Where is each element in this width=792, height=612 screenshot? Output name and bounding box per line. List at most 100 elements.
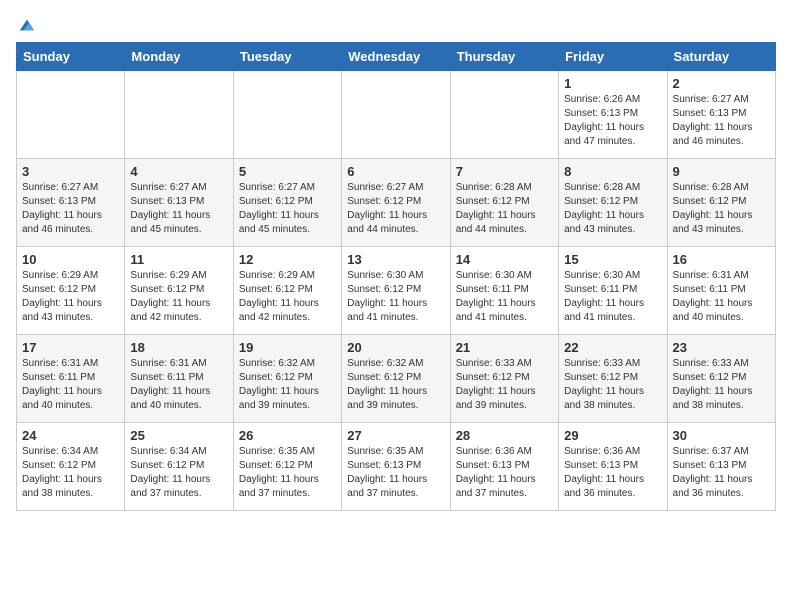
calendar-cell xyxy=(125,71,233,159)
calendar-cell: 23 Sunrise: 6:33 AM Sunset: 6:12 PM Dayli… xyxy=(667,335,775,423)
calendar-week-row: 17 Sunrise: 6:31 AM Sunset: 6:11 PM Dayli… xyxy=(17,335,776,423)
day-header-tuesday: Tuesday xyxy=(233,43,341,71)
day-number: 9 xyxy=(673,164,770,179)
calendar-table: SundayMondayTuesdayWednesdayThursdayFrid… xyxy=(16,42,776,511)
calendar-cell: 6 Sunrise: 6:27 AM Sunset: 6:12 PM Daylig… xyxy=(342,159,450,247)
day-info: Sunrise: 6:31 AM Sunset: 6:11 PM Dayligh… xyxy=(130,357,227,413)
day-header-saturday: Saturday xyxy=(667,43,775,71)
calendar-cell: 22 Sunrise: 6:33 AM Sunset: 6:12 PM Dayli… xyxy=(559,335,667,423)
page-container: SundayMondayTuesdayWednesdayThursdayFrid… xyxy=(0,0,792,519)
day-number: 4 xyxy=(130,164,227,179)
day-info: Sunrise: 6:35 AM Sunset: 6:12 PM Dayligh… xyxy=(239,445,336,501)
day-number: 6 xyxy=(347,164,444,179)
day-number: 20 xyxy=(347,340,444,355)
day-number: 22 xyxy=(564,340,661,355)
calendar-cell: 27 Sunrise: 6:35 AM Sunset: 6:13 PM Dayli… xyxy=(342,423,450,511)
day-number: 21 xyxy=(456,340,553,355)
calendar-cell: 3 Sunrise: 6:27 AM Sunset: 6:13 PM Daylig… xyxy=(17,159,125,247)
day-info: Sunrise: 6:29 AM Sunset: 6:12 PM Dayligh… xyxy=(239,269,336,325)
day-info: Sunrise: 6:34 AM Sunset: 6:12 PM Dayligh… xyxy=(22,445,119,501)
day-info: Sunrise: 6:31 AM Sunset: 6:11 PM Dayligh… xyxy=(673,269,770,325)
day-info: Sunrise: 6:27 AM Sunset: 6:13 PM Dayligh… xyxy=(673,93,770,149)
day-info: Sunrise: 6:32 AM Sunset: 6:12 PM Dayligh… xyxy=(347,357,444,413)
calendar-week-row: 3 Sunrise: 6:27 AM Sunset: 6:13 PM Daylig… xyxy=(17,159,776,247)
calendar-cell xyxy=(17,71,125,159)
calendar-cell: 5Sunrise: 6:27 AM Sunset: 6:12 PM Daylig… xyxy=(233,159,341,247)
day-header-thursday: Thursday xyxy=(450,43,558,71)
day-info: Sunrise: 6:35 AM Sunset: 6:13 PM Dayligh… xyxy=(347,445,444,501)
day-number: 11 xyxy=(130,252,227,267)
day-info: Sunrise: 6:28 AM Sunset: 6:12 PM Dayligh… xyxy=(564,181,661,237)
day-number: 14 xyxy=(456,252,553,267)
day-info: Sunrise: 6:33 AM Sunset: 6:12 PM Dayligh… xyxy=(456,357,553,413)
day-number: 16 xyxy=(673,252,770,267)
calendar-cell: 7 Sunrise: 6:28 AM Sunset: 6:12 PM Daylig… xyxy=(450,159,558,247)
day-info: Sunrise: 6:31 AM Sunset: 6:11 PM Dayligh… xyxy=(22,357,119,413)
day-info: Sunrise: 6:27 AM Sunset: 6:13 PM Dayligh… xyxy=(22,181,119,237)
calendar-cell: 28Sunrise: 6:36 AM Sunset: 6:13 PM Dayli… xyxy=(450,423,558,511)
calendar-cell: 18Sunrise: 6:31 AM Sunset: 6:11 PM Dayli… xyxy=(125,335,233,423)
calendar-cell: 2Sunrise: 6:27 AM Sunset: 6:13 PM Daylig… xyxy=(667,71,775,159)
day-info: Sunrise: 6:36 AM Sunset: 6:13 PM Dayligh… xyxy=(564,445,661,501)
day-number: 3 xyxy=(22,164,119,179)
day-info: Sunrise: 6:27 AM Sunset: 6:13 PM Dayligh… xyxy=(130,181,227,237)
day-info: Sunrise: 6:33 AM Sunset: 6:12 PM Dayligh… xyxy=(673,357,770,413)
day-info: Sunrise: 6:33 AM Sunset: 6:12 PM Dayligh… xyxy=(564,357,661,413)
day-number: 29 xyxy=(564,428,661,443)
calendar-cell: 16 Sunrise: 6:31 AM Sunset: 6:11 PM Dayli… xyxy=(667,247,775,335)
day-info: Sunrise: 6:27 AM Sunset: 6:12 PM Dayligh… xyxy=(347,181,444,237)
day-info: Sunrise: 6:29 AM Sunset: 6:12 PM Dayligh… xyxy=(130,269,227,325)
day-number: 12 xyxy=(239,252,336,267)
day-number: 28 xyxy=(456,428,553,443)
calendar-cell: 1 Sunrise: 6:26 AM Sunset: 6:13 PM Daylig… xyxy=(559,71,667,159)
day-number: 5 xyxy=(239,164,336,179)
calendar-cell: 10Sunrise: 6:29 AM Sunset: 6:12 PM Dayli… xyxy=(17,247,125,335)
day-header-wednesday: Wednesday xyxy=(342,43,450,71)
day-info: Sunrise: 6:29 AM Sunset: 6:12 PM Dayligh… xyxy=(22,269,119,325)
day-number: 23 xyxy=(673,340,770,355)
calendar-cell: 11 Sunrise: 6:29 AM Sunset: 6:12 PM Dayli… xyxy=(125,247,233,335)
calendar-week-row: 24 Sunrise: 6:34 AM Sunset: 6:12 PM Dayli… xyxy=(17,423,776,511)
day-number: 13 xyxy=(347,252,444,267)
day-number: 24 xyxy=(22,428,119,443)
day-number: 8 xyxy=(564,164,661,179)
day-number: 15 xyxy=(564,252,661,267)
calendar-cell: 15 Sunrise: 6:30 AM Sunset: 6:11 PM Dayli… xyxy=(559,247,667,335)
day-info: Sunrise: 6:30 AM Sunset: 6:12 PM Dayligh… xyxy=(347,269,444,325)
logo xyxy=(16,16,36,34)
calendar-cell xyxy=(233,71,341,159)
calendar-cell: 8 Sunrise: 6:28 AM Sunset: 6:12 PM Daylig… xyxy=(559,159,667,247)
day-info: Sunrise: 6:30 AM Sunset: 6:11 PM Dayligh… xyxy=(564,269,661,325)
day-number: 26 xyxy=(239,428,336,443)
calendar-week-row: 1 Sunrise: 6:26 AM Sunset: 6:13 PM Daylig… xyxy=(17,71,776,159)
calendar-cell: 26 Sunrise: 6:35 AM Sunset: 6:12 PM Dayli… xyxy=(233,423,341,511)
calendar-cell: 21 Sunrise: 6:33 AM Sunset: 6:12 PM Dayli… xyxy=(450,335,558,423)
calendar-cell xyxy=(342,71,450,159)
day-number: 27 xyxy=(347,428,444,443)
logo-icon xyxy=(18,16,36,34)
day-number: 17 xyxy=(22,340,119,355)
page-header xyxy=(16,16,776,34)
calendar-cell xyxy=(450,71,558,159)
day-number: 25 xyxy=(130,428,227,443)
calendar-week-row: 10Sunrise: 6:29 AM Sunset: 6:12 PM Dayli… xyxy=(17,247,776,335)
day-info: Sunrise: 6:28 AM Sunset: 6:12 PM Dayligh… xyxy=(673,181,770,237)
calendar-cell: 9 Sunrise: 6:28 AM Sunset: 6:12 PM Daylig… xyxy=(667,159,775,247)
day-header-sunday: Sunday xyxy=(17,43,125,71)
calendar-cell: 20 Sunrise: 6:32 AM Sunset: 6:12 PM Dayli… xyxy=(342,335,450,423)
day-header-monday: Monday xyxy=(125,43,233,71)
calendar-cell: 29 Sunrise: 6:36 AM Sunset: 6:13 PM Dayli… xyxy=(559,423,667,511)
day-number: 7 xyxy=(456,164,553,179)
day-number: 1 xyxy=(564,76,661,91)
day-info: Sunrise: 6:37 AM Sunset: 6:13 PM Dayligh… xyxy=(673,445,770,501)
day-info: Sunrise: 6:26 AM Sunset: 6:13 PM Dayligh… xyxy=(564,93,661,149)
calendar-cell: 17 Sunrise: 6:31 AM Sunset: 6:11 PM Dayli… xyxy=(17,335,125,423)
day-info: Sunrise: 6:28 AM Sunset: 6:12 PM Dayligh… xyxy=(456,181,553,237)
calendar-cell: 13 Sunrise: 6:30 AM Sunset: 6:12 PM Dayli… xyxy=(342,247,450,335)
day-number: 19 xyxy=(239,340,336,355)
calendar-cell: 30Sunrise: 6:37 AM Sunset: 6:13 PM Dayli… xyxy=(667,423,775,511)
day-info: Sunrise: 6:30 AM Sunset: 6:11 PM Dayligh… xyxy=(456,269,553,325)
calendar-cell: 14 Sunrise: 6:30 AM Sunset: 6:11 PM Dayli… xyxy=(450,247,558,335)
calendar-cell: 4 Sunrise: 6:27 AM Sunset: 6:13 PM Daylig… xyxy=(125,159,233,247)
calendar-cell: 19Sunrise: 6:32 AM Sunset: 6:12 PM Dayli… xyxy=(233,335,341,423)
